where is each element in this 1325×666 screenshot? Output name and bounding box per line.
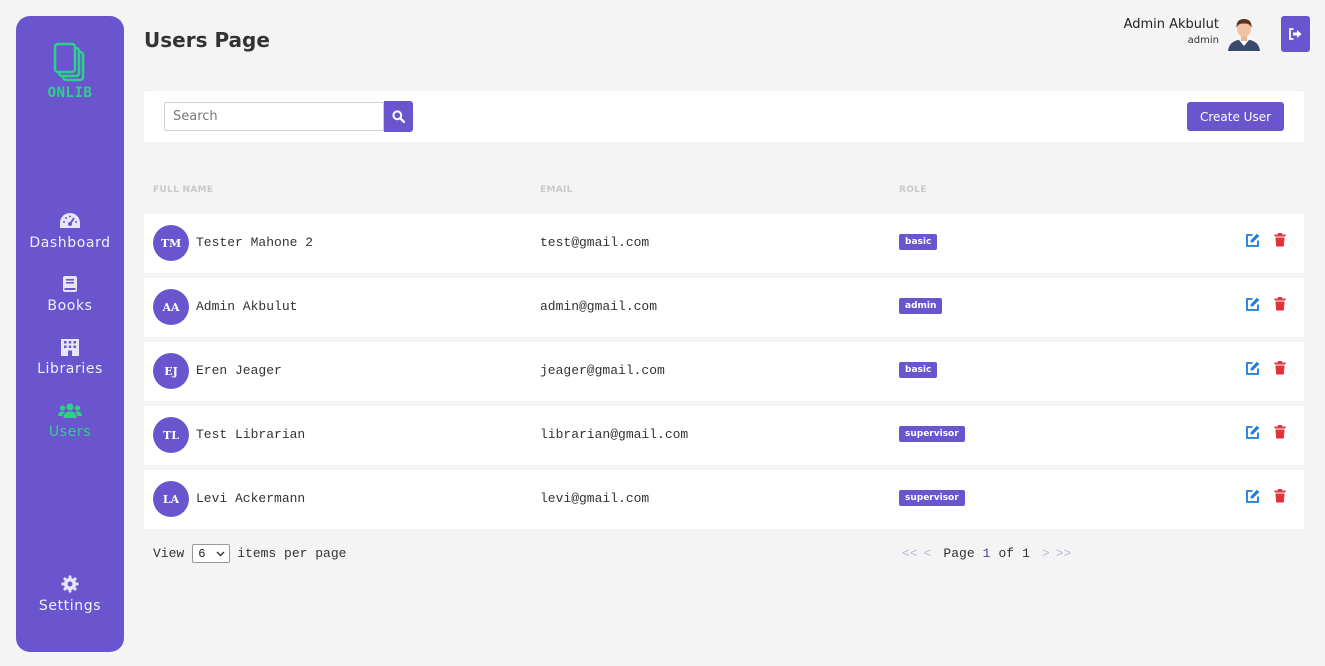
prev-page-button[interactable]: < bbox=[924, 546, 932, 561]
table-row: TL Test Librarian librarian@gmail.com su… bbox=[144, 406, 1304, 465]
user-initials-avatar: TL bbox=[153, 417, 189, 453]
search-input[interactable] bbox=[164, 102, 384, 131]
user-email: levi@gmail.com bbox=[540, 491, 650, 506]
create-user-button[interactable]: Create User bbox=[1187, 102, 1284, 131]
role-badge: basic bbox=[899, 234, 938, 250]
edit-icon[interactable] bbox=[1245, 489, 1260, 504]
current-page: 1 bbox=[982, 546, 991, 561]
role-badge: admin bbox=[899, 298, 943, 314]
table-row: EJ Eren Jeager jeager@gmail.com basic bbox=[144, 342, 1304, 401]
table-row: TM Tester Mahone 2 test@gmail.com basic bbox=[144, 214, 1304, 273]
page-title: Users Page bbox=[144, 28, 270, 52]
user-avatar-icon[interactable] bbox=[1226, 15, 1262, 51]
pages-logo-icon bbox=[53, 42, 85, 82]
brand-name: ONLIB bbox=[47, 85, 93, 101]
brand-logo[interactable]: ONLIB bbox=[16, 42, 124, 101]
view-label: View bbox=[153, 546, 185, 561]
sidebar-item-dashboard[interactable]: Dashboard bbox=[16, 212, 124, 251]
user-initials-avatar: LA bbox=[153, 481, 189, 517]
table-row: AA Admin Akbulut admin@gmail.com admin bbox=[144, 278, 1304, 337]
logout-button[interactable] bbox=[1281, 16, 1310, 52]
column-header-role: ROLE bbox=[899, 185, 927, 195]
column-header-full-name: FULL NAME bbox=[153, 185, 214, 195]
sidebar-item-settings[interactable]: Settings bbox=[16, 575, 124, 614]
edit-icon[interactable] bbox=[1245, 361, 1260, 376]
user-email: test@gmail.com bbox=[540, 235, 650, 250]
trash-icon[interactable] bbox=[1274, 297, 1286, 311]
items-per-page: View 6 items per page bbox=[153, 544, 346, 563]
role-badge: supervisor bbox=[899, 490, 965, 506]
user-full-name: Admin Akbulut bbox=[196, 299, 298, 314]
sidebar-item-label: Books bbox=[47, 298, 93, 314]
next-page-button[interactable]: > bbox=[1042, 546, 1050, 561]
trash-icon[interactable] bbox=[1274, 233, 1286, 247]
toolbar: Create User bbox=[144, 91, 1304, 142]
search-button[interactable] bbox=[384, 101, 413, 132]
user-name: Admin Akbulut bbox=[1123, 17, 1219, 32]
last-page-button[interactable]: >> bbox=[1056, 546, 1072, 561]
trash-icon[interactable] bbox=[1274, 489, 1286, 503]
building-icon bbox=[61, 339, 79, 356]
sidebar: ONLIB Dashboard Books Libraries Users Se… bbox=[16, 16, 124, 652]
user-initials-avatar: TM bbox=[153, 225, 189, 261]
sign-out-icon bbox=[1289, 28, 1302, 40]
pagination: << < Page 1 of 1 > >> bbox=[902, 546, 1071, 561]
gear-icon bbox=[61, 575, 79, 593]
edit-icon[interactable] bbox=[1245, 297, 1260, 312]
users-icon bbox=[58, 403, 82, 418]
book-icon bbox=[63, 276, 77, 292]
user-info: Admin Akbulut admin bbox=[1124, 17, 1219, 46]
user-full-name: Eren Jeager bbox=[196, 363, 282, 378]
dashboard-gauge-icon bbox=[60, 213, 80, 228]
first-page-button[interactable]: << bbox=[902, 546, 918, 561]
user-initials-avatar: EJ bbox=[153, 353, 189, 389]
sidebar-item-users[interactable]: Users bbox=[16, 402, 124, 440]
user-full-name: Tester Mahone 2 bbox=[196, 235, 314, 250]
sidebar-item-label: Dashboard bbox=[29, 235, 111, 251]
role-badge: basic bbox=[899, 362, 938, 378]
edit-icon[interactable] bbox=[1245, 425, 1260, 440]
sidebar-item-libraries[interactable]: Libraries bbox=[16, 338, 124, 377]
user-initials-avatar: AA bbox=[153, 289, 189, 325]
page-label: Page bbox=[943, 546, 975, 561]
trash-icon[interactable] bbox=[1274, 361, 1286, 375]
user-full-name: Test Librarian bbox=[196, 427, 306, 442]
user-email: jeager@gmail.com bbox=[540, 363, 665, 378]
sidebar-item-label: Settings bbox=[38, 598, 102, 614]
sidebar-item-label: Users bbox=[48, 424, 92, 440]
role-badge: supervisor bbox=[899, 426, 965, 442]
user-email: admin@gmail.com bbox=[540, 299, 658, 314]
sidebar-item-label: Libraries bbox=[37, 361, 103, 377]
per-page-suffix: items per page bbox=[237, 546, 347, 561]
table-row: LA Levi Ackermann levi@gmail.com supervi… bbox=[144, 470, 1304, 529]
per-page-value: 6 bbox=[198, 546, 206, 561]
of-label: of bbox=[998, 546, 1015, 561]
sidebar-item-books[interactable]: Books bbox=[16, 275, 124, 314]
column-header-email: EMAIL bbox=[540, 185, 573, 195]
trash-icon[interactable] bbox=[1274, 425, 1286, 439]
per-page-select[interactable]: 6 bbox=[192, 544, 231, 563]
chevron-down-icon bbox=[216, 551, 225, 557]
search-icon bbox=[392, 110, 405, 123]
edit-icon[interactable] bbox=[1245, 233, 1260, 248]
user-role: admin bbox=[1187, 35, 1219, 46]
total-pages: 1 bbox=[1022, 546, 1030, 561]
user-email: librarian@gmail.com bbox=[540, 427, 689, 442]
user-full-name: Levi Ackermann bbox=[196, 491, 306, 506]
